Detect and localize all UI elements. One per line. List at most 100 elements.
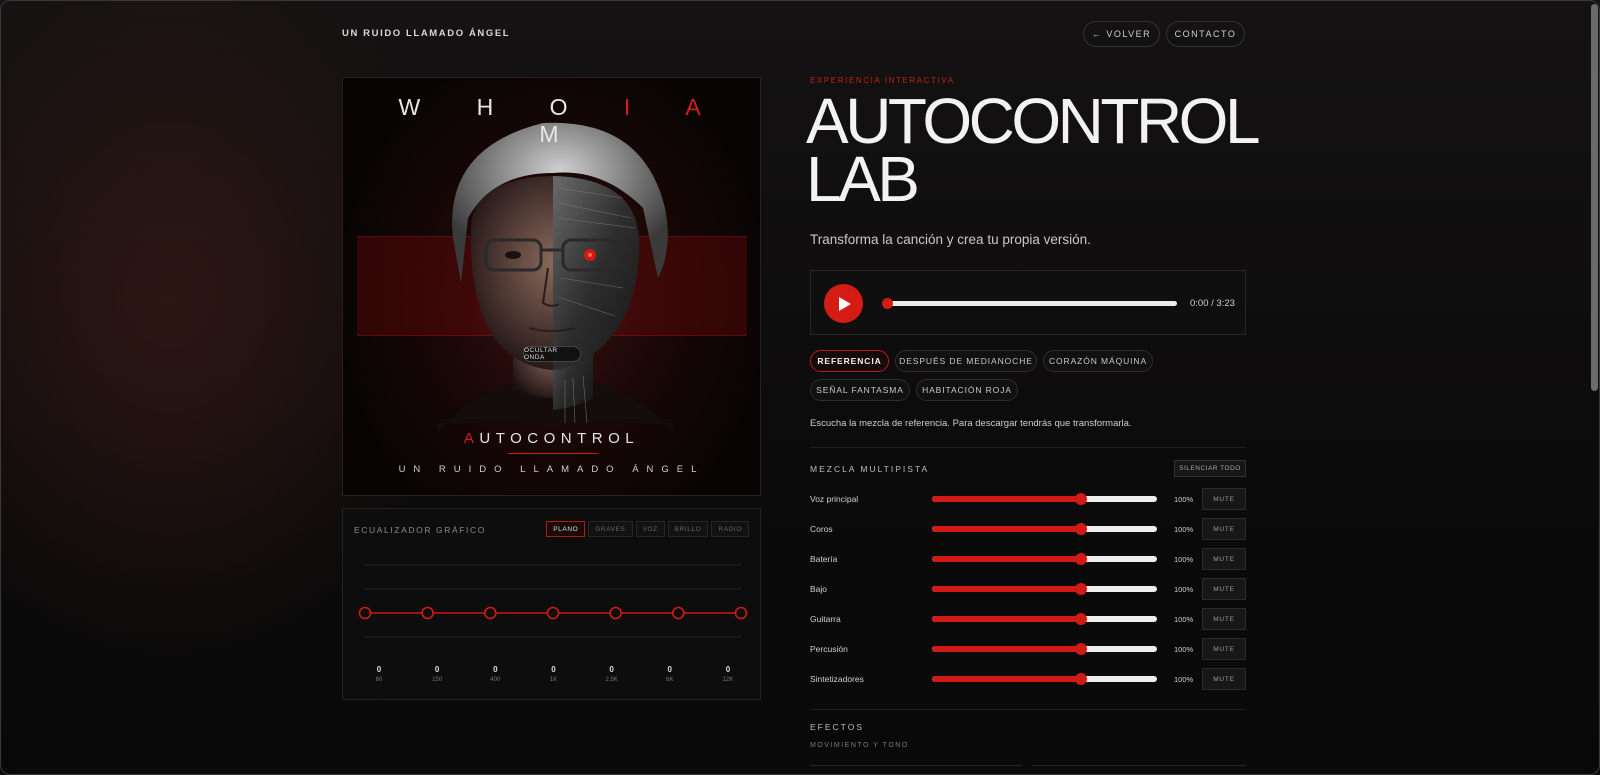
eq-band-frequency: 1K: [549, 677, 558, 683]
track-row: Guitarra 100% MUTE: [810, 608, 1246, 630]
eq-band-value: 0: [376, 665, 382, 674]
track-volume-knob[interactable]: [1074, 673, 1087, 685]
eq-band-label: 0 60: [359, 665, 399, 683]
album-divider: [508, 453, 598, 454]
track-volume-percent: 100%: [1174, 645, 1194, 654]
mix-despues-de-medianoche[interactable]: DESPUÉS DE MEDIANOCHE: [895, 350, 1037, 372]
mix-habitacion-roja[interactable]: HABITACIÓN ROJA: [916, 379, 1018, 401]
eq-band-handle-6k[interactable]: [672, 606, 685, 620]
track-mute-button[interactable]: MUTE: [1202, 638, 1246, 660]
track-name: Coros: [810, 524, 833, 534]
preset-voz[interactable]: VOZ: [635, 521, 665, 537]
eq-band-frequency: 400: [490, 677, 501, 683]
eq-band-handle-2.5k[interactable]: [609, 606, 622, 620]
mix-senal-fantasma[interactable]: SEÑAL FANTASMA: [810, 379, 910, 401]
track-name: Percusión: [810, 644, 848, 654]
track-row: Bajo 100% MUTE: [810, 578, 1246, 600]
page-title-line-2: LAB: [806, 143, 920, 215]
mix-referencia[interactable]: REFERENCIA: [810, 350, 889, 372]
contact-button[interactable]: CONTACTO: [1166, 21, 1245, 47]
preset-radio[interactable]: RADIO: [711, 521, 749, 537]
preset-brillo[interactable]: BRILLO: [667, 521, 709, 537]
track-volume-knob[interactable]: [1074, 613, 1087, 625]
mix-corazon-maquina[interactable]: CORAZÓN MÁQUINA: [1043, 350, 1153, 372]
track-mute-button[interactable]: MUTE: [1202, 608, 1246, 630]
equalizer-curve[interactable]: [343, 539, 762, 659]
track-volume-knob[interactable]: [1074, 523, 1087, 535]
eq-band-handle-60[interactable]: [358, 606, 372, 620]
section-divider: [810, 709, 1246, 710]
eq-band-handle-400[interactable]: [484, 606, 497, 620]
track-volume-fill: [932, 496, 1081, 502]
track-row: Percusión 100% MUTE: [810, 638, 1246, 660]
back-button[interactable]: ← VOLVER: [1083, 21, 1160, 47]
track-mute-button[interactable]: MUTE: [1202, 548, 1246, 570]
eq-band-value: 0: [551, 665, 556, 674]
equalizer-presets: PLANO GRAVES VOZ BRILLO RADIO: [546, 521, 749, 537]
audio-player: 0:00 / 3:23: [810, 270, 1246, 335]
track-volume-percent: 100%: [1174, 675, 1194, 684]
track-volume-percent: 100%: [1174, 585, 1194, 594]
track-name: Bajo: [810, 584, 828, 594]
track-volume-fill: [932, 586, 1081, 592]
eq-band-handle-1k[interactable]: [546, 606, 560, 620]
equalizer-title: ECUALIZADOR GRÁFICO: [354, 525, 486, 535]
track-mute-button[interactable]: MUTE: [1202, 488, 1246, 510]
eq-band-label: 0 6K: [650, 665, 690, 683]
multitrack-title: MEZCLA MULTIPISTA: [810, 464, 930, 474]
eq-band-value: 0: [493, 665, 498, 674]
mix-description: Escucha la mezcla de referencia. Para de…: [810, 418, 1132, 429]
play-button[interactable]: [824, 284, 863, 323]
track-volume-slider[interactable]: [932, 583, 1157, 595]
mute-all-button[interactable]: SILENCIAR TODO: [1174, 460, 1246, 477]
eq-band-frequency: 150: [432, 677, 443, 683]
track-volume-slider[interactable]: [932, 493, 1157, 505]
eq-band-frequency: 2.5K: [605, 677, 618, 683]
track-name: Guitarra: [810, 614, 841, 624]
track-volume-slider[interactable]: [932, 523, 1157, 535]
play-icon: [839, 296, 851, 311]
scrollbar[interactable]: [1591, 4, 1598, 391]
track-name: Batería: [810, 554, 838, 564]
track-volume-slider[interactable]: [932, 613, 1157, 625]
track-row: Voz principal 100% MUTE: [810, 488, 1246, 510]
track-volume-fill: [932, 646, 1081, 652]
album-title: W H O I A M: [398, 94, 725, 147]
eq-band-label: 0 12K: [708, 665, 748, 683]
window-frame: [0, 0, 1600, 775]
track-mute-button[interactable]: MUTE: [1202, 518, 1246, 540]
track-volume-percent: 100%: [1174, 525, 1194, 534]
album-cover: W H O I A M OCULTAR ONDA AUTOCONTROL UN …: [342, 77, 761, 496]
time-display: 0:00 / 3:23: [1190, 298, 1235, 309]
eq-band-handle-12k[interactable]: [734, 606, 748, 620]
track-volume-knob[interactable]: [1074, 643, 1087, 655]
track-volume-slider[interactable]: [932, 643, 1157, 655]
preset-plano[interactable]: PLANO: [546, 521, 586, 537]
track-volume-slider[interactable]: [932, 673, 1157, 685]
eq-band-label: 0 2.5K: [592, 665, 632, 683]
progress-knob[interactable]: [882, 298, 893, 309]
track-volume-knob[interactable]: [1074, 583, 1087, 595]
eq-band-frequency: 12K: [722, 677, 734, 683]
track-mute-button[interactable]: MUTE: [1202, 668, 1246, 690]
track-volume-percent: 100%: [1174, 615, 1194, 624]
effects-panel-right: [1032, 765, 1246, 766]
eq-band-frequency: 60: [375, 677, 383, 683]
eq-band-handle-150[interactable]: [421, 606, 434, 620]
page-title-line-1: AUTOCONTROL: [806, 85, 1261, 157]
track-mute-button[interactable]: MUTE: [1202, 578, 1246, 600]
track-volume-knob[interactable]: [1074, 553, 1087, 565]
track-volume-percent: 100%: [1174, 495, 1194, 504]
eq-band-value: 0: [667, 665, 672, 674]
track-volume-slider[interactable]: [932, 553, 1157, 565]
track-volume-fill: [932, 556, 1081, 562]
track-volume-knob[interactable]: [1074, 493, 1087, 505]
track-volume-fill: [932, 676, 1081, 682]
track-row: Batería 100% MUTE: [810, 548, 1246, 570]
hide-wave-button[interactable]: OCULTAR ONDA: [523, 346, 581, 362]
progress-bar[interactable]: [882, 298, 1177, 309]
brand-name[interactable]: UN RUIDO LLAMADO ÁNGEL: [342, 28, 510, 39]
effects-panel-left: [810, 765, 1022, 766]
preset-graves[interactable]: GRAVES: [588, 521, 633, 537]
eq-band-value: 0: [725, 665, 731, 674]
